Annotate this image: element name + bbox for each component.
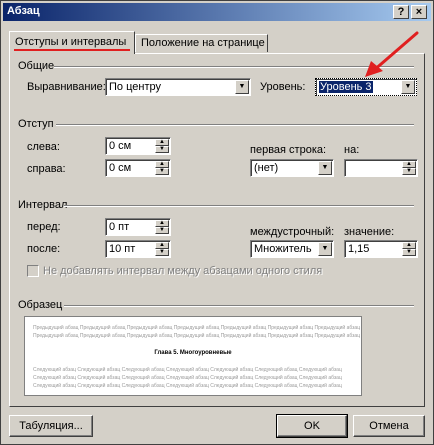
spin-down-icon[interactable]: ▼ <box>402 168 416 175</box>
dont-add-space-checkbox[interactable] <box>27 265 39 277</box>
spin-up-icon[interactable]: ▲ <box>402 161 416 168</box>
divider <box>56 124 414 126</box>
chevron-down-icon[interactable]: ▼ <box>318 161 332 175</box>
tab-line-and-page-breaks[interactable]: Положение на странице <box>135 34 268 52</box>
sample-heading: Образец <box>18 299 63 311</box>
spin-up-icon[interactable]: ▲ <box>155 161 169 168</box>
paragraph-dialog: Абзац ? × Отступы и интервалы Положение … <box>0 0 434 445</box>
ok-button-label: OK <box>304 420 320 432</box>
spin-down-icon[interactable]: ▼ <box>155 227 169 234</box>
tabs-button[interactable]: Табуляция... <box>9 415 93 437</box>
spacing-before-label: перед: <box>27 221 61 233</box>
spacing-after-label: после: <box>27 243 61 255</box>
spin-up-icon[interactable]: ▲ <box>402 242 416 249</box>
indent-right-label: справа: <box>27 163 66 175</box>
preview-prev-line: Предыдущий абзац Предыдущий абзац Предыд… <box>33 333 361 339</box>
red-arrow-annotation <box>365 31 419 77</box>
preview-next-line: Следующий абзац Следующий абзац Следующи… <box>33 383 342 389</box>
first-line-select[interactable]: (нет) ▼ <box>250 159 334 177</box>
line-spacing-value: Множитель <box>254 243 312 255</box>
tab-panel: Общие Выравнивание: По центру ▼ Уровень:… <box>9 53 425 407</box>
spacing-after-input[interactable]: 10 пт ▲ ▼ <box>105 240 171 258</box>
dont-add-space-label: Не добавлять интервал между абзацами одн… <box>43 265 323 277</box>
indent-right-input[interactable]: 0 см ▲ ▼ <box>105 159 171 177</box>
indent-left-label: слева: <box>27 141 60 153</box>
red-underline-annotation <box>14 49 130 51</box>
tab-label: Положение на странице <box>141 37 265 49</box>
divider <box>64 205 414 207</box>
tabs-button-label: Табуляция... <box>19 420 83 432</box>
alignment-value: По центру <box>109 81 161 93</box>
spin-up-icon[interactable]: ▲ <box>155 220 169 227</box>
chevron-down-icon[interactable]: ▼ <box>318 242 332 256</box>
line-spacing-select[interactable]: Множитель ▼ <box>250 240 334 258</box>
preview-prev-line: Предыдущий абзац Предыдущий абзац Предыд… <box>33 325 361 331</box>
by-input[interactable]: ▲ ▼ <box>344 159 418 177</box>
window-title: Абзац <box>7 5 40 17</box>
spin-down-icon[interactable]: ▼ <box>155 146 169 153</box>
line-spacing-label: междустрочный: <box>250 226 335 238</box>
by-label: на: <box>344 144 360 156</box>
preview-next-line: Следующий абзац Следующий абзац Следующи… <box>33 375 342 381</box>
general-heading: Общие <box>18 60 55 72</box>
preview-next-line: Следующий абзац Следующий абзац Следующи… <box>33 367 342 373</box>
divider <box>64 305 414 307</box>
level-value: Уровень 3 <box>319 81 373 93</box>
spin-down-icon[interactable]: ▼ <box>155 249 169 256</box>
line-spacing-amount-value: 1,15 <box>348 243 370 255</box>
spin-down-icon[interactable]: ▼ <box>155 168 169 175</box>
first-line-label: первая строка: <box>250 144 327 156</box>
line-spacing-amount-input[interactable]: 1,15 ▲ ▼ <box>344 240 418 258</box>
indent-left-input[interactable]: 0 см ▲ ▼ <box>105 137 171 155</box>
tab-indents-and-spacing[interactable]: Отступы и интервалы <box>9 31 135 54</box>
close-button[interactable]: × <box>411 5 427 19</box>
sample-preview: Предыдущий абзац Предыдущий абзац Предыд… <box>24 316 362 396</box>
spin-up-icon[interactable]: ▲ <box>155 242 169 249</box>
cancel-button[interactable]: Отмена <box>353 415 425 437</box>
cancel-button-label: Отмена <box>369 420 409 432</box>
ok-button[interactable]: OK <box>276 414 348 438</box>
help-button[interactable]: ? <box>393 5 409 19</box>
chevron-down-icon[interactable]: ▼ <box>235 80 249 94</box>
spin-down-icon[interactable]: ▼ <box>402 249 416 256</box>
indent-left-value: 0 см <box>109 140 132 152</box>
alignment-label: Выравнивание: <box>27 81 106 93</box>
level-label: Уровень: <box>260 81 306 93</box>
spacing-after-value: 10 пт <box>109 243 136 255</box>
spacing-heading: Интервал <box>18 199 68 211</box>
spacing-before-input[interactable]: 0 пт ▲ ▼ <box>105 218 171 236</box>
indent-heading: Отступ <box>18 118 54 130</box>
tab-label: Отступы и интервалы <box>15 36 127 48</box>
spin-up-icon[interactable]: ▲ <box>155 139 169 146</box>
chevron-down-icon[interactable]: ▼ <box>401 80 415 94</box>
preview-main-text: Глава 5. Многоуровневые <box>154 350 232 356</box>
line-spacing-amount-label: значение: <box>344 226 395 238</box>
spacing-before-value: 0 пт <box>109 221 130 233</box>
first-line-value: (нет) <box>254 162 279 174</box>
alignment-select[interactable]: По центру ▼ <box>105 78 251 96</box>
title-bar[interactable]: Абзац ? × <box>3 3 431 21</box>
indent-right-value: 0 см <box>109 162 132 174</box>
